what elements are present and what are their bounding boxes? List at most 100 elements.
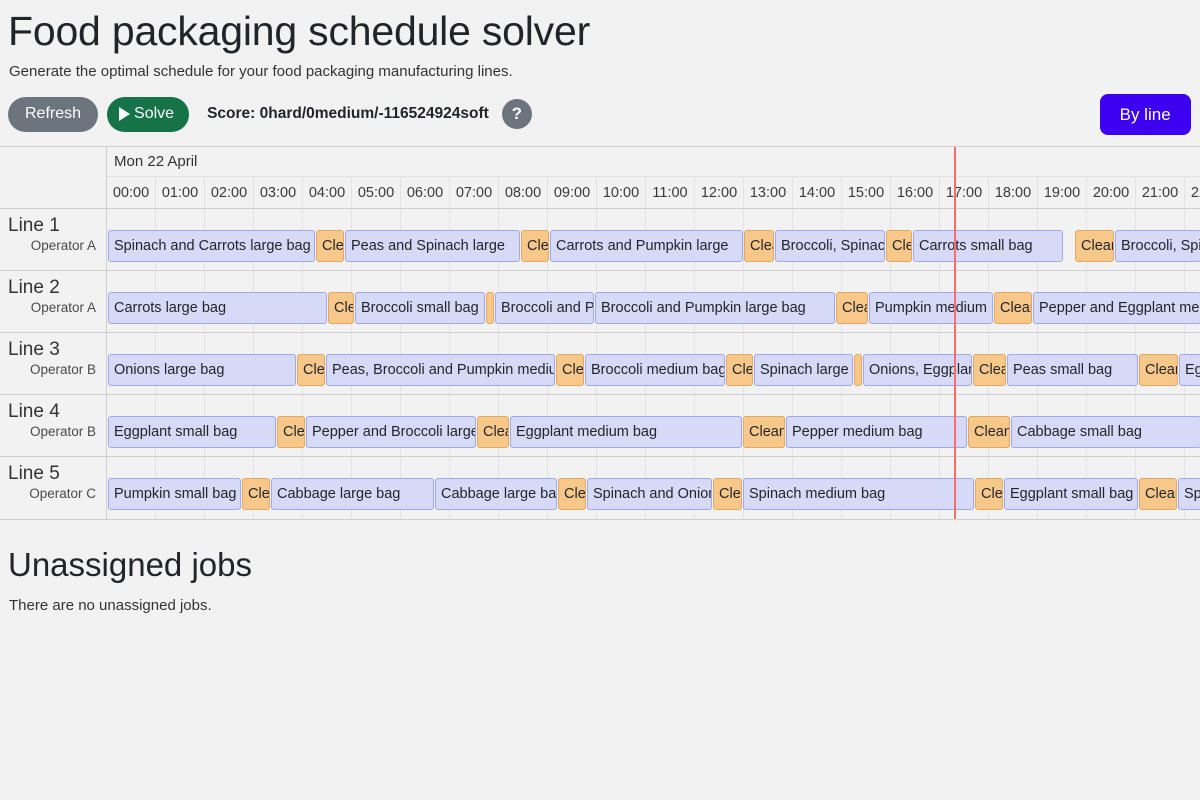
solve-button-label: Solve <box>134 105 175 123</box>
job-block[interactable]: Spinach medium bag <box>743 478 974 511</box>
operator-name: Operator B <box>29 361 96 377</box>
gantt-hour-label: 07:00 <box>450 177 499 209</box>
job-block[interactable]: Eggplant <box>1179 354 1200 387</box>
job-block[interactable]: Carrots small bag <box>913 230 1063 263</box>
gantt-row-label: Line 5 Operator C <box>0 457 107 520</box>
line-name: Line 5 <box>8 463 60 485</box>
cleaning-block[interactable] <box>854 354 862 387</box>
cleaning-block[interactable]: Clean <box>328 292 354 325</box>
job-block[interactable]: Broccoli, Spinach <box>775 230 885 263</box>
cleaning-block[interactable]: Clean <box>713 478 742 511</box>
job-block[interactable]: Peas and Spinach large <box>345 230 520 263</box>
job-block[interactable]: Onions, Eggplant <box>863 354 972 387</box>
gantt-hour-label: 15:00 <box>842 177 891 209</box>
job-block[interactable]: Cabbage large bag <box>271 478 434 511</box>
job-block[interactable]: Pepper medium bag <box>786 416 967 449</box>
cleaning-block[interactable] <box>486 292 494 325</box>
unassigned-title: Unassigned jobs <box>8 546 252 584</box>
job-block[interactable]: Onions large bag <box>108 354 296 387</box>
cleaning-block[interactable]: Clean <box>521 230 549 263</box>
gantt-row-label: Line 1 Operator A <box>0 209 107 271</box>
cleaning-block[interactable]: Clean <box>297 354 325 387</box>
gantt-corner-cell <box>0 147 107 209</box>
gantt-hour-label: 02:00 <box>205 177 254 209</box>
cleaning-block[interactable]: Clean <box>994 292 1032 325</box>
job-block[interactable]: Peas, Broccoli and Pumpkin medium <box>326 354 555 387</box>
operator-name: Operator C <box>29 485 96 501</box>
job-block[interactable]: Eggplant small bag <box>1004 478 1138 511</box>
cleaning-block[interactable]: Clean <box>316 230 344 263</box>
cleaning-block[interactable]: Clean <box>968 416 1010 449</box>
gantt-row: Line 2Operator ACarrots large bagCleanBr… <box>0 271 1200 334</box>
job-block[interactable]: Cabbage small bag <box>1011 416 1200 449</box>
gantt-row-label: Line 3 Operator B <box>0 333 107 395</box>
gantt-hour-label: 01:00 <box>156 177 205 209</box>
cleaning-block[interactable]: Clean <box>743 416 785 449</box>
gantt-hour-label: 19:00 <box>1038 177 1087 209</box>
gantt-hour-label: 09:00 <box>548 177 597 209</box>
score-text: Score: 0hard/0medium/-116524924soft <box>207 105 489 123</box>
view-mode-group: By line B <box>1099 94 1200 136</box>
job-block[interactable]: Broccoli, Spinach <box>1115 230 1200 263</box>
app-root: Food packaging schedule solver Generate … <box>0 0 1200 800</box>
cleaning-block[interactable]: Clean <box>558 478 586 511</box>
toolbar: Refresh Solve Score: 0hard/0medium/-1165… <box>0 94 1200 136</box>
cleaning-block[interactable]: Clean <box>886 230 912 263</box>
gantt-row: Line 5Operator CPumpkin small bagCleanCa… <box>0 457 1200 520</box>
job-block[interactable]: Spinach large <box>754 354 853 387</box>
job-block[interactable]: Peas small bag <box>1007 354 1138 387</box>
gantt-hour-row: 00:00 01:00 02:00 03:00 04:00 05:00 06:00 07:00… <box>107 177 1200 209</box>
job-block[interactable]: Pepper and Eggplant medium <box>1033 292 1200 325</box>
unassigned-message: There are no unassigned jobs. <box>9 597 212 615</box>
job-block[interactable]: Broccoli small bag <box>355 292 485 325</box>
job-block[interactable]: Eggplant medium bag <box>510 416 742 449</box>
cleaning-block[interactable]: Clean <box>975 478 1003 511</box>
job-block[interactable]: Cabbage large bag <box>435 478 557 511</box>
gantt-hour-label: 12:00 <box>695 177 744 209</box>
cleaning-block[interactable]: Clean <box>277 416 305 449</box>
job-block[interactable]: Broccoli and Pumpkin <box>495 292 594 325</box>
cleaning-block[interactable]: Clean <box>973 354 1006 387</box>
gantt-row-label: Line 2 Operator A <box>0 271 107 333</box>
job-block[interactable]: Carrots and Pumpkin large <box>550 230 743 263</box>
job-block[interactable]: Spinach and Carrots large bag <box>108 230 315 263</box>
cleaning-block[interactable]: Clean <box>477 416 509 449</box>
cleaning-block[interactable]: Clean <box>1139 354 1178 387</box>
job-block[interactable]: Pumpkin medium <box>869 292 993 325</box>
gantt-time-axis: Mon 22 April 00:00 01:00 02:00 03:00 04:00 05… <box>107 147 1200 209</box>
gantt-row: Line 4Operator BEggplant small bagCleanP… <box>0 395 1200 458</box>
cleaning-block[interactable]: Clean <box>836 292 868 325</box>
gantt-hour-label: 00:00 <box>107 177 156 209</box>
gantt-hour-label: 20:00 <box>1087 177 1136 209</box>
gantt-hour-label: 06:00 <box>401 177 450 209</box>
cleaning-block[interactable]: Clean <box>744 230 774 263</box>
gantt-hour-label: 17:00 <box>940 177 989 209</box>
job-block[interactable]: Pepper and Broccoli large <box>306 416 476 449</box>
gantt-row-label: Line 4 Operator B <box>0 395 107 457</box>
cleaning-block[interactable]: Clean <box>556 354 584 387</box>
gantt-hour-label: 18:00 <box>989 177 1038 209</box>
job-block[interactable]: Broccoli and Pumpkin large bag <box>595 292 835 325</box>
play-icon <box>119 107 131 122</box>
job-block[interactable]: Pumpkin small bag <box>108 478 241 511</box>
line-name: Line 2 <box>8 277 60 299</box>
solve-button[interactable]: Solve <box>107 96 190 132</box>
refresh-button[interactable]: Refresh <box>8 96 99 132</box>
unassigned-section: Unassigned jobs There are no unassigned … <box>0 520 1200 614</box>
by-line-button[interactable]: By line <box>1099 94 1191 136</box>
job-block[interactable]: Carrots large bag <box>108 292 327 325</box>
operator-name: Operator B <box>29 423 96 439</box>
job-block[interactable]: Eggplant small bag <box>108 416 276 449</box>
cleaning-block[interactable]: Clean <box>726 354 753 387</box>
page-subtitle: Generate the optimal schedule for your f… <box>9 63 513 81</box>
gantt-track: Spinach and Carrots large bagCleanPeas a… <box>107 209 1200 271</box>
cleaning-block[interactable]: Clean <box>1075 230 1114 263</box>
cleaning-block[interactable]: Clean <box>1139 478 1177 511</box>
cleaning-block[interactable]: Clean <box>242 478 270 511</box>
help-icon[interactable]: ? <box>501 99 532 130</box>
job-block[interactable]: Spinach and Onions <box>587 478 712 511</box>
job-block[interactable]: Broccoli medium bag <box>585 354 725 387</box>
gantt-hour-label: 08:00 <box>499 177 548 209</box>
job-block[interactable]: Spinach <box>1178 478 1200 511</box>
gantt-hour-label: 04:00 <box>303 177 352 209</box>
